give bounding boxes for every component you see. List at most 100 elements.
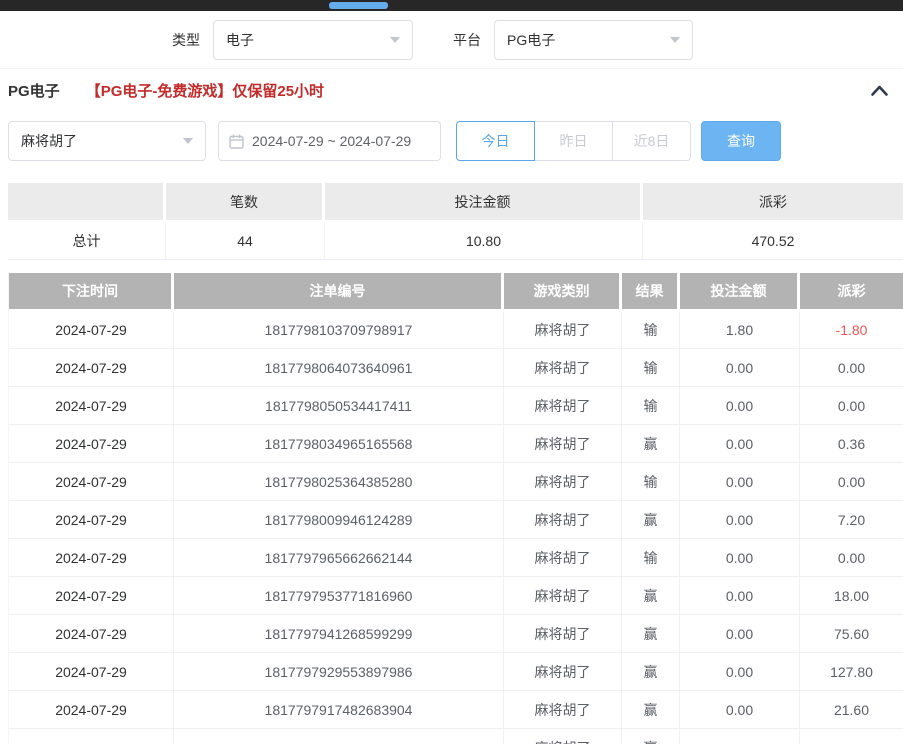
table-row: 麻将胡了赢: [9, 729, 903, 744]
table-row: 2024-07-291817798025364385280麻将胡了输0.000.…: [9, 463, 903, 501]
table-row: 2024-07-291817797953771816960麻将胡了赢0.0018…: [9, 577, 903, 615]
cell-payout: 21.60: [800, 691, 903, 729]
cell-bet-id: 1817798025364385280: [174, 463, 504, 501]
bets-header-cell-0: 下注时间: [9, 273, 174, 311]
cell-game: 麻将胡了: [504, 729, 622, 744]
cell-date: 2024-07-29: [9, 349, 174, 387]
cell-game: 麻将胡了: [504, 577, 622, 615]
query-toolbar: 麻将胡了 2024-07-29 ~ 2024-07-29 今日昨日近8日 查询: [8, 121, 903, 161]
cell-date: 2024-07-29: [9, 615, 174, 653]
summary-header-row: 笔数投注金额派彩: [8, 183, 903, 222]
section-title: PG电子: [8, 80, 60, 101]
cell-bet-id: 1817798034965165568: [174, 425, 504, 463]
game-select[interactable]: 麻将胡了: [8, 121, 206, 161]
table-row: 2024-07-291817797929553897986麻将胡了赢0.0012…: [9, 653, 903, 691]
cell-result: 输: [622, 463, 680, 501]
table-row: 2024-07-291817798064073640961麻将胡了输0.000.…: [9, 349, 903, 387]
cell-date: 2024-07-29: [9, 691, 174, 729]
cell-bet-id: 1817797965662662144: [174, 539, 504, 577]
cell-bet-id: [174, 729, 504, 744]
summary-total-label: 总计: [8, 222, 166, 260]
quick-button-yesterday[interactable]: 昨日: [534, 121, 613, 161]
cell-game: 麻将胡了: [504, 349, 622, 387]
filter-bar: 类型 电子 平台 PG电子: [0, 11, 903, 69]
cell-date: 2024-07-29: [9, 463, 174, 501]
cell-amount: 0.00: [680, 463, 800, 501]
cell-result: 赢: [622, 691, 680, 729]
cell-payout: 0.00: [800, 539, 903, 577]
cell-bet-id: 1817798050534417411: [174, 387, 504, 425]
game-select-value: 麻将胡了: [21, 131, 77, 151]
quick-date-button-group: 今日昨日近8日: [456, 121, 691, 161]
cell-bet-id: 1817797929553897986: [174, 653, 504, 691]
table-row: 2024-07-291817798103709798917麻将胡了输1.80-1…: [9, 311, 903, 349]
cell-result: 赢: [622, 615, 680, 653]
search-button[interactable]: 查询: [701, 121, 781, 161]
cell-result: 输: [622, 387, 680, 425]
section-notice: 【PG电子-免费游戏】仅保留25小时: [86, 80, 324, 101]
bets-header-cell-4: 投注金额: [680, 273, 800, 311]
cell-date: 2024-07-29: [9, 577, 174, 615]
table-row: 2024-07-291817798034965165568麻将胡了赢0.000.…: [9, 425, 903, 463]
cell-result: 赢: [622, 501, 680, 539]
cell-date: 2024-07-29: [9, 653, 174, 691]
cell-date: 2024-07-29: [9, 311, 174, 349]
summary-header-cell-3: 派彩: [643, 183, 903, 222]
cell-bet-id: 1817797917482683904: [174, 691, 504, 729]
table-row: 2024-07-291817798009946124289麻将胡了赢0.007.…: [9, 501, 903, 539]
summary-bet-amount: 10.80: [325, 222, 643, 260]
cell-result: 赢: [622, 425, 680, 463]
cell-payout: 7.20: [800, 501, 903, 539]
caret-down-icon: [670, 37, 680, 43]
cell-game: 麻将胡了: [504, 653, 622, 691]
collapse-button[interactable]: [870, 84, 889, 97]
summary-header-cell-0: [8, 183, 166, 222]
summary-total-row: 总计 44 10.80 470.52: [8, 222, 903, 260]
cell-date: 2024-07-29: [9, 425, 174, 463]
top-scrollbar: [0, 0, 903, 11]
cell-result: 输: [622, 311, 680, 349]
type-select[interactable]: 电子: [213, 20, 413, 60]
cell-game: 麻将胡了: [504, 691, 622, 729]
cell-game: 麻将胡了: [504, 311, 622, 349]
date-range-input[interactable]: 2024-07-29 ~ 2024-07-29: [218, 121, 441, 161]
cell-payout: 0.36: [800, 425, 903, 463]
cell-game: 麻将胡了: [504, 425, 622, 463]
cell-bet-id: 1817797953771816960: [174, 577, 504, 615]
calendar-icon: [229, 134, 244, 149]
caret-down-icon: [390, 37, 400, 43]
cell-result: 输: [622, 539, 680, 577]
bets-header-cell-5: 派彩: [800, 273, 903, 311]
cell-payout: 18.00: [800, 577, 903, 615]
cell-amount: 0.00: [680, 615, 800, 653]
cell-game: 麻将胡了: [504, 463, 622, 501]
quick-button-recent8[interactable]: 近8日: [612, 121, 691, 161]
cell-amount: 0.00: [680, 349, 800, 387]
cell-payout: 127.80: [800, 653, 903, 691]
platform-select[interactable]: PG电子: [494, 20, 693, 60]
cell-amount: 0.00: [680, 691, 800, 729]
cell-game: 麻将胡了: [504, 615, 622, 653]
chevron-up-icon: [870, 84, 889, 97]
cell-bet-id: 1817797941268599299: [174, 615, 504, 653]
summary-table: 笔数投注金额派彩 总计 44 10.80 470.52: [8, 183, 903, 260]
cell-game: 麻将胡了: [504, 387, 622, 425]
cell-amount: 0.00: [680, 501, 800, 539]
cell-game: 麻将胡了: [504, 539, 622, 577]
bets-table-header-row: 下注时间注单编号游戏类别结果投注金额派彩: [9, 273, 903, 311]
cell-payout: 0.00: [800, 349, 903, 387]
quick-button-today[interactable]: 今日: [456, 121, 535, 161]
caret-down-icon: [183, 138, 193, 144]
cell-amount: 0.00: [680, 653, 800, 691]
cell-payout: 0.00: [800, 463, 903, 501]
table-row: 2024-07-291817798050534417411麻将胡了输0.000.…: [9, 387, 903, 425]
platform-select-value: PG电子: [507, 30, 555, 50]
cell-payout: 0.00: [800, 387, 903, 425]
cell-date: [9, 729, 174, 744]
cell-amount: 0.00: [680, 387, 800, 425]
scrollbar-thumb[interactable]: [329, 2, 388, 9]
cell-amount: 0.00: [680, 425, 800, 463]
table-row: 2024-07-291817797917482683904麻将胡了赢0.0021…: [9, 691, 903, 729]
cell-result: 输: [622, 349, 680, 387]
cell-bet-id: 1817798009946124289: [174, 501, 504, 539]
